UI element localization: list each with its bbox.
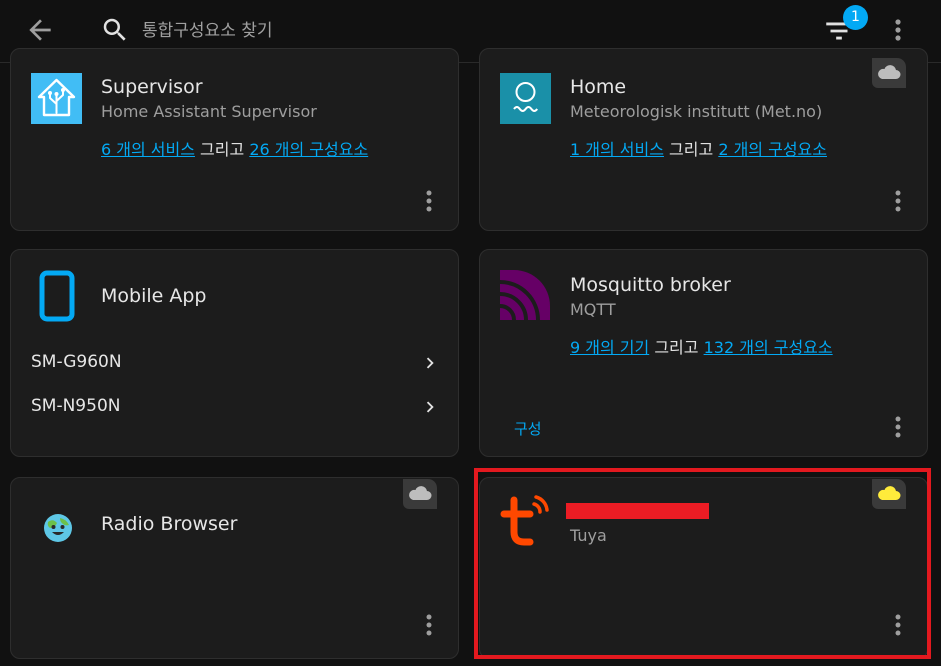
integration-card-mobile-app: Mobile App SM-G960N SM-N950N [10, 249, 459, 457]
integration-card-radio-browser: Radio Browser [10, 477, 459, 659]
more-vertical-icon [426, 190, 432, 212]
globe-emoji-icon [42, 512, 74, 544]
card-title: Home [570, 76, 627, 98]
integration-card-mosquitto: Mosquitto broker MQTT 9 개의 기기 그리고 132 개의… [479, 249, 928, 457]
card-subtitle: Meteorologisk institutt (Met.no) [570, 102, 823, 121]
met-no-logo-icon [500, 73, 551, 124]
device-row[interactable]: SM-N950N [31, 392, 441, 422]
integration-card-supervisor: Supervisor Home Assistant Supervisor 6 개… [10, 48, 459, 231]
device-row[interactable]: SM-G960N [31, 348, 441, 378]
card-menu-button[interactable] [886, 412, 910, 442]
chevron-right-icon [426, 401, 434, 413]
back-button[interactable] [24, 14, 56, 46]
device-name: SM-G960N [31, 352, 122, 372]
cloud-icon [409, 486, 432, 500]
conjunction-text: 그리고 [669, 140, 714, 159]
cloud-badge [872, 58, 906, 88]
card-summary: 6 개의 서비스 그리고 26 개의 구성요소 [101, 136, 368, 160]
arrow-left-icon [29, 19, 51, 41]
more-vertical-icon [895, 416, 901, 438]
card-title: Mobile App [101, 285, 207, 307]
card-menu-button[interactable] [417, 186, 441, 216]
services-link[interactable]: 1 개의 서비스 [570, 140, 664, 159]
card-title: Radio Browser [101, 513, 238, 535]
filter-count-badge: 1 [843, 5, 868, 30]
card-menu-button[interactable] [417, 610, 441, 640]
more-vertical-icon [895, 190, 901, 212]
card-menu-button[interactable] [886, 610, 910, 640]
services-link[interactable]: 6 개의 서비스 [101, 140, 195, 159]
tuya-logo-icon [500, 494, 552, 550]
entities-link[interactable]: 132 개의 구성요소 [704, 338, 833, 357]
more-vertical-icon [895, 614, 901, 636]
configure-button[interactable]: 구성 [514, 418, 542, 439]
more-vertical-icon [426, 614, 432, 636]
cloud-badge [872, 479, 906, 509]
entities-link[interactable]: 26 개의 구성요소 [249, 140, 368, 159]
card-menu-button[interactable] [886, 186, 910, 216]
conjunction-text: 그리고 [654, 338, 699, 357]
devices-link[interactable]: 9 개의 기기 [570, 338, 649, 357]
mqtt-logo-icon [500, 270, 550, 320]
redacted-title-bar [566, 503, 709, 519]
mobile-phone-icon [39, 270, 75, 322]
card-title: Mosquitto broker [570, 274, 731, 296]
cloud-icon [878, 486, 901, 500]
card-summary: 9 개의 기기 그리고 132 개의 구성요소 [570, 334, 833, 358]
card-subtitle: Tuya [570, 526, 607, 545]
chevron-right-icon [426, 357, 434, 369]
search-icon [100, 15, 130, 45]
card-summary: 1 개의 서비스 그리고 2 개의 구성요소 [570, 136, 827, 160]
conjunction-text: 그리고 [200, 140, 245, 159]
integration-card-home: Home Meteorologisk institutt (Met.no) 1 … [479, 48, 928, 231]
search-input[interactable] [140, 14, 704, 48]
overflow-menu-button[interactable] [884, 14, 912, 46]
more-vertical-icon [895, 19, 901, 41]
card-subtitle: MQTT [570, 300, 616, 319]
home-assistant-logo-icon [31, 73, 82, 124]
entities-link[interactable]: 2 개의 구성요소 [718, 140, 827, 159]
cloud-badge [403, 479, 437, 509]
card-subtitle: Home Assistant Supervisor [101, 102, 317, 121]
device-name: SM-N950N [31, 396, 121, 416]
card-title: Supervisor [101, 76, 203, 98]
cloud-icon [878, 65, 901, 79]
